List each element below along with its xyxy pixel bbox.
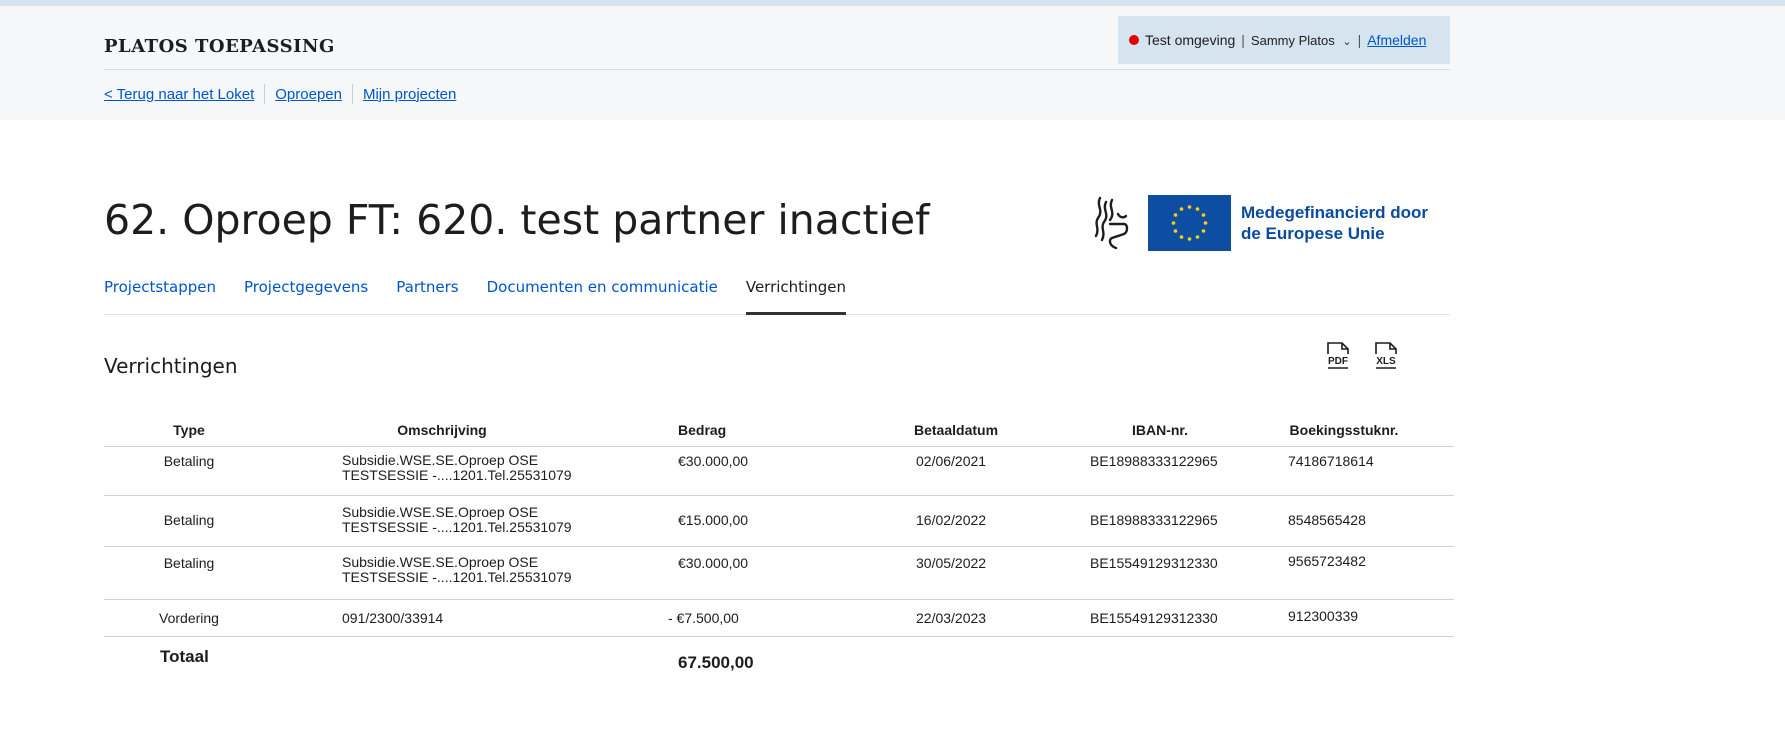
app-header: PLATOS TOEPASSING Test omgeving | Sammy …	[0, 0, 1785, 120]
flemish-lion-icon	[1094, 196, 1129, 250]
description-line: TESTSESSIE -....1201.Tel.25531079	[342, 569, 572, 585]
pdf-export-icon[interactable]: PDF	[1325, 340, 1351, 369]
separator: |	[1241, 32, 1245, 48]
nav-separator	[264, 84, 266, 104]
description-line: TESTSESSIE -....1201.Tel.25531079	[342, 467, 572, 483]
export-actions: PDF XLS	[1325, 340, 1399, 369]
user-box: Test omgeving | Sammy Platos ⌄ | Afmelde…	[1118, 16, 1450, 64]
environment-label: Test omgeving	[1145, 32, 1236, 48]
table-row: Betaling Subsidie.WSE.SE.Oproep OSE TEST…	[104, 447, 1454, 496]
separator: |	[1357, 32, 1362, 48]
calls-link[interactable]: Oproepen	[275, 86, 342, 103]
table-row: Betaling Subsidie.WSE.SE.Oproep OSE TEST…	[104, 496, 1454, 547]
cell-iban: BE18988333122965	[1090, 453, 1218, 469]
header-iban: IBAN-nr.	[1132, 422, 1188, 438]
cell-description: Subsidie.WSE.SE.Oproep OSE TESTSESSIE -.…	[342, 453, 572, 483]
eu-flag-icon	[1148, 195, 1231, 251]
cell-description: Subsidie.WSE.SE.Oproep OSE TESTSESSIE -.…	[342, 555, 572, 585]
page-title: 62. Oproep FT: 620. test partner inactie…	[104, 196, 930, 244]
cell-description: Subsidie.WSE.SE.Oproep OSE TESTSESSIE -.…	[342, 505, 572, 535]
project-tabs: Projectstappen Projectgegevens Partners …	[104, 270, 1450, 315]
user-menu[interactable]: Sammy Platos ⌄	[1251, 33, 1352, 48]
header-divider	[104, 69, 1450, 70]
total-label: Totaal	[160, 647, 209, 666]
description-line: Subsidie.WSE.SE.Oproep OSE	[342, 452, 539, 468]
cell-amount: €15.000,00	[678, 512, 749, 528]
cell-type: Betaling	[163, 512, 215, 528]
pdf-label: PDF	[1328, 356, 1348, 367]
cell-pay-date: 16/02/2022	[916, 512, 987, 528]
table-row: Betaling Subsidie.WSE.SE.Oproep OSE TEST…	[104, 547, 1454, 600]
cell-amount: €30.000,00	[678, 453, 749, 469]
description-line: Subsidie.WSE.SE.Oproep OSE	[342, 504, 539, 520]
table-row: Vordering 091/2300/33914 - €7.500,00 22/…	[104, 600, 1454, 637]
cell-pay-date: 22/03/2023	[916, 610, 987, 626]
cell-booking-number: 912300339	[1288, 608, 1359, 624]
header-booking-number: Boekingsstuknr.	[1289, 422, 1399, 438]
eu-cofunding-text: Medegefinancierd door de Europese Unie	[1241, 202, 1428, 244]
cell-amount: €30.000,00	[678, 555, 749, 571]
app-title: PLATOS TOEPASSING	[104, 36, 335, 57]
chevron-down-icon[interactable]: ⌄	[1342, 36, 1351, 48]
environment-indicator-icon	[1129, 35, 1139, 45]
transactions-table: Type Omschrijving Bedrag Betaaldatum IBA…	[104, 412, 1454, 677]
eu-cofunding-logo: Medegefinancierd door de Europese Unie	[1090, 194, 1428, 252]
tab-documenten[interactable]: Documenten en communicatie	[487, 270, 718, 314]
tab-projectstappen[interactable]: Projectstappen	[104, 270, 216, 314]
cell-type: Betaling	[163, 453, 215, 469]
nav-separator	[351, 84, 353, 104]
cell-type: Vordering	[159, 610, 219, 626]
cell-booking-number: 9565723482	[1288, 553, 1366, 569]
cell-pay-date: 02/06/2021	[916, 453, 987, 469]
back-to-portal-link[interactable]: < Terug naar het Loket	[104, 86, 254, 103]
table-header-row: Type Omschrijving Bedrag Betaaldatum IBA…	[104, 412, 1454, 447]
cell-description: 091/2300/33914	[342, 610, 444, 626]
cell-pay-date: 30/05/2022	[916, 555, 987, 571]
header-description: Omschrijving	[397, 422, 487, 438]
cell-type: Betaling	[163, 555, 215, 571]
table-total-row: Totaal 67.500,00	[104, 637, 1454, 677]
tab-projectgegevens[interactable]: Projectgegevens	[244, 270, 368, 314]
cell-amount: - €7.500,00	[668, 610, 739, 626]
section-title: Verrichtingen	[104, 354, 238, 378]
total-value: 67.500,00	[678, 653, 754, 672]
cell-iban: BE15549129312330	[1090, 555, 1218, 571]
top-navigation: < Terug naar het Loket Oproepen Mijn pro…	[104, 84, 456, 104]
cell-booking-number: 8548565428	[1288, 512, 1366, 528]
description-line: TESTSESSIE -....1201.Tel.25531079	[342, 519, 572, 535]
user-name: Sammy Platos	[1250, 32, 1335, 48]
header-type: Type	[173, 422, 205, 438]
tab-partners[interactable]: Partners	[396, 270, 458, 314]
eu-text-line1: Medegefinancierd door	[1241, 203, 1429, 222]
cell-iban: BE15549129312330	[1090, 610, 1218, 626]
xls-label: XLS	[1376, 356, 1396, 367]
description-line: Subsidie.WSE.SE.Oproep OSE	[342, 554, 539, 570]
header-pay-date: Betaaldatum	[914, 422, 999, 438]
logout-link[interactable]: Afmelden	[1367, 32, 1426, 48]
my-projects-link[interactable]: Mijn projecten	[363, 86, 456, 103]
xls-export-icon[interactable]: XLS	[1373, 340, 1399, 369]
eu-text-line2: de Europese Unie	[1241, 224, 1385, 243]
tab-verrichtingen[interactable]: Verrichtingen	[745, 270, 847, 315]
header-amount: Bedrag	[678, 422, 727, 438]
cell-booking-number: 74186718614	[1288, 453, 1374, 469]
cell-iban: BE18988333122965	[1090, 512, 1218, 528]
